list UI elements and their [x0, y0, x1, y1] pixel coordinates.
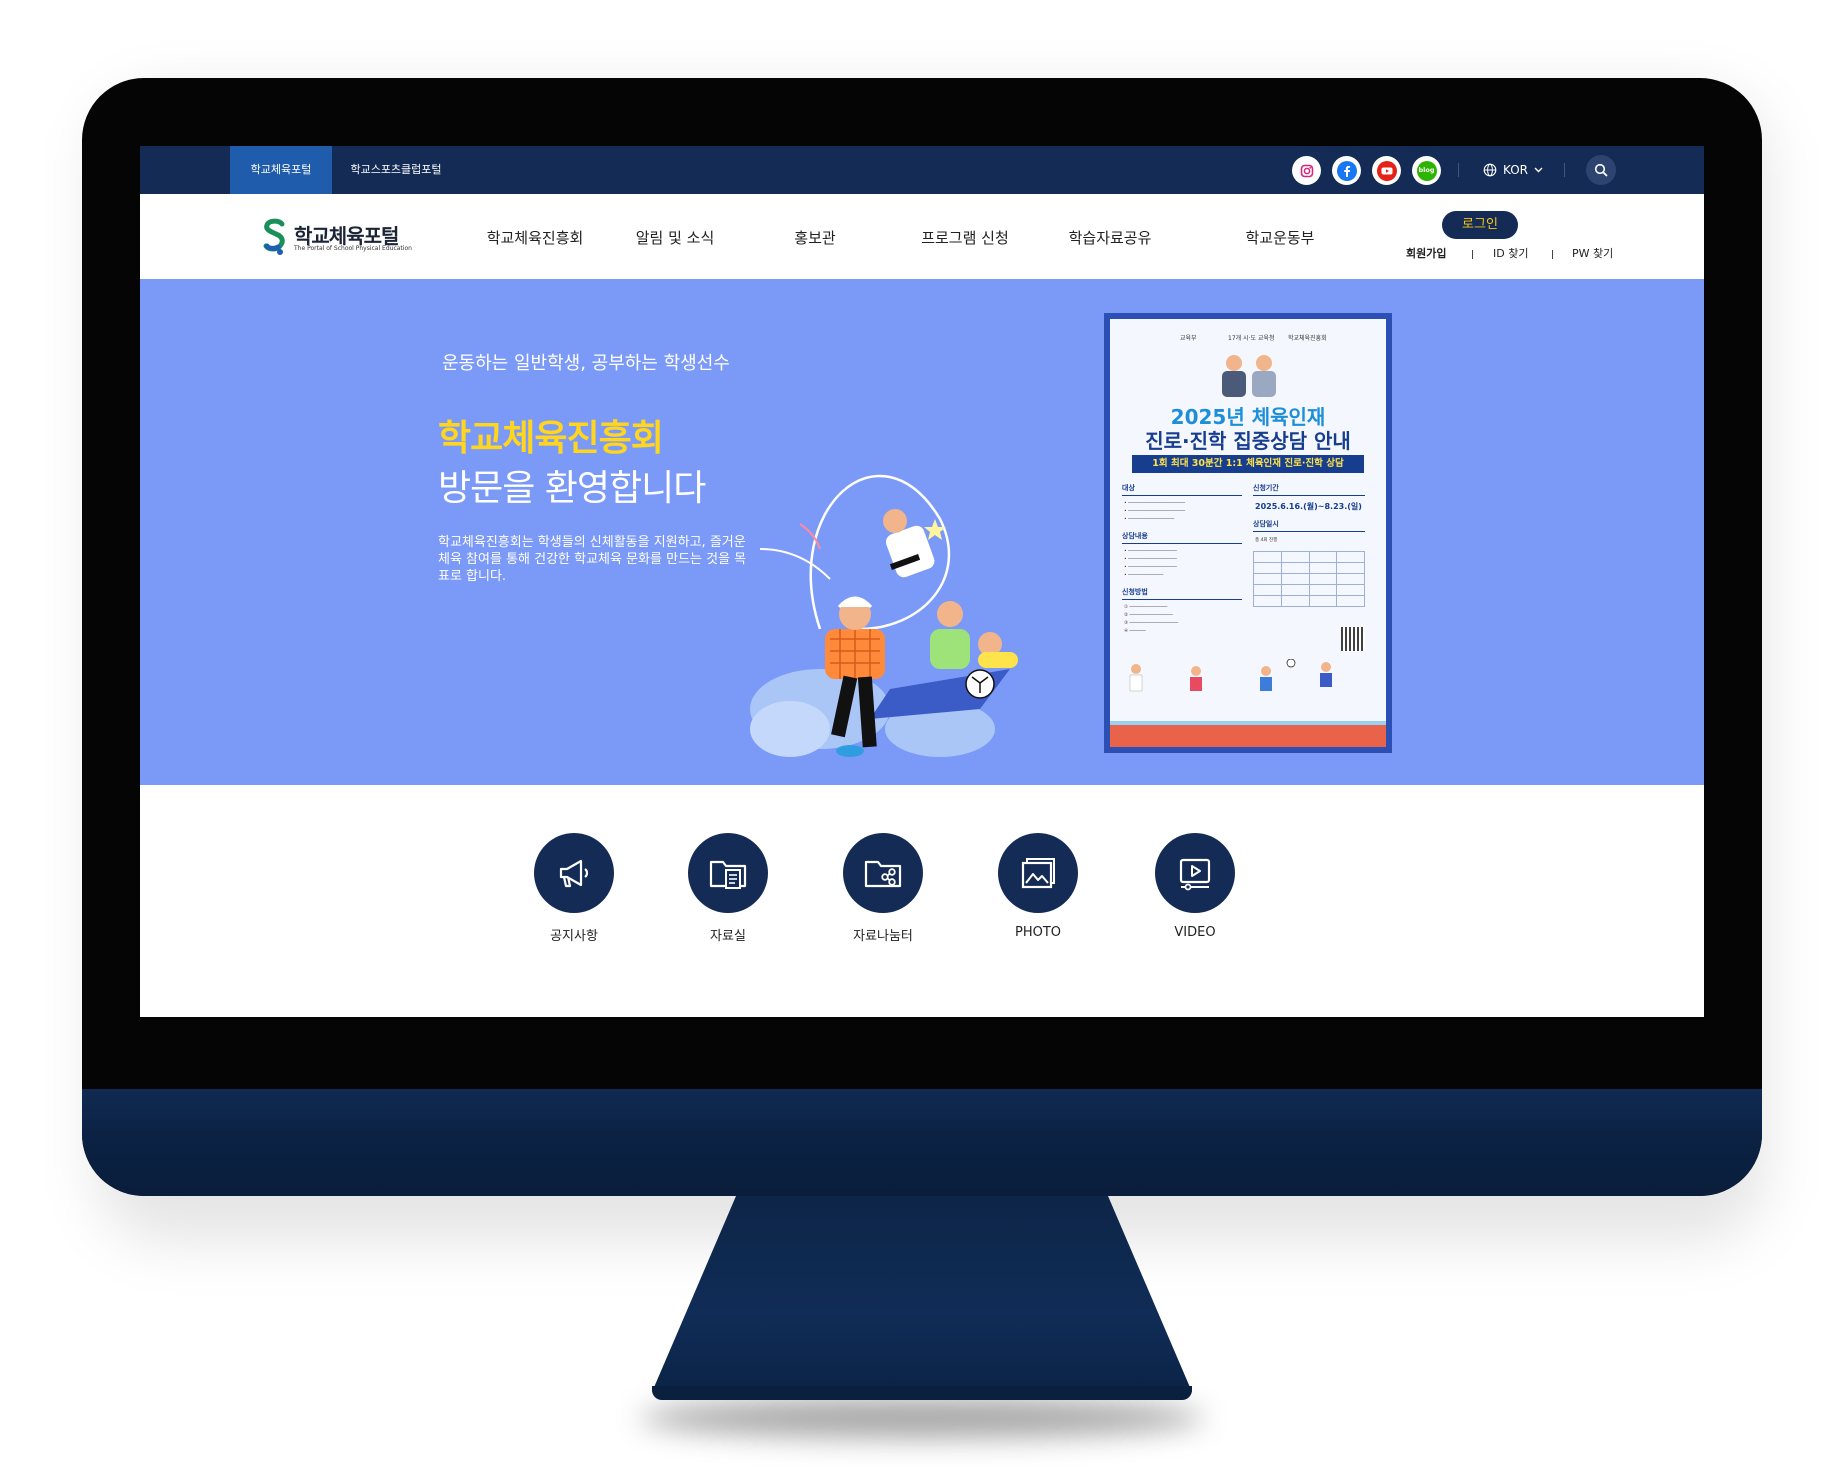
poster-line: • ───────────── — [1124, 573, 1164, 578]
poster-section-target: 대상 — [1122, 483, 1242, 496]
quicklink-label: 자료실 — [710, 929, 746, 944]
tab-school-sports-club-portal[interactable]: 학교스포츠클럽포털 — [340, 146, 452, 194]
login-button[interactable]: 로그인 — [1442, 211, 1518, 239]
blog-icon[interactable]: blog — [1412, 156, 1441, 185]
quicklink-label: PHOTO — [1014, 925, 1062, 940]
poster-line: • ───────────────────── — [1124, 501, 1185, 506]
nav-learning-materials[interactable]: 학습자료공유 — [1055, 194, 1165, 279]
hero-title-highlight: 학교체육진흥회 — [438, 418, 664, 459]
poster-line: ④ ────── — [1124, 629, 1146, 634]
nav-school-sports-team[interactable]: 학교운동부 — [1230, 194, 1330, 279]
monitor-chin — [82, 1089, 1762, 1196]
folder-document-icon — [709, 860, 747, 889]
quicklink-video[interactable]: VIDEO — [1145, 833, 1245, 940]
event-poster[interactable]: 교육부 17개 시·도 교육청 학교체육진흥회 2025년 체육인재 진로·진학… — [1104, 313, 1392, 753]
globe-icon — [1483, 163, 1497, 177]
poster-track — [1110, 725, 1386, 747]
poster-schedule-note: 총 4회 진행 — [1255, 538, 1278, 543]
poster-banner: 1회 최대 30분간 1:1 체육인재 진로·진학 상담 — [1132, 455, 1364, 473]
poster-line: • ───────────────── — [1124, 517, 1175, 522]
athletes-illustration — [1129, 659, 1332, 692]
poster-section-content: 상담내용 — [1122, 531, 1242, 544]
language-label: KOR — [1503, 163, 1528, 177]
counselors-illustration — [1222, 355, 1276, 397]
find-id-link[interactable]: ID 찾기 — [1493, 245, 1528, 261]
poster-schedule-table — [1253, 551, 1365, 607]
instagram-icon[interactable] — [1292, 156, 1321, 185]
blog-label: blog — [1418, 166, 1435, 174]
nav-program-application[interactable]: 프로그램 신청 — [910, 194, 1020, 279]
stand-shadow — [640, 1398, 1204, 1438]
monitor-stand — [652, 1196, 1192, 1392]
quick-links: 공지사항 자료실 자료나눔터 PHOTO VIDEO — [140, 785, 1704, 1017]
hero-title: 방문을 환영합니다 — [438, 468, 706, 509]
qr-code — [1341, 627, 1365, 651]
divider — [1564, 163, 1565, 177]
poster-line: ② ──────────────── — [1124, 613, 1173, 618]
folder-share-icon — [864, 860, 902, 888]
quicklink-notice[interactable]: 공지사항 — [524, 833, 624, 944]
logo-subtitle: The Portal of School Physical Education — [294, 245, 412, 252]
hero-eyebrow: 운동하는 일반학생, 공부하는 학생선수 — [442, 353, 730, 374]
photo-gallery-icon — [1021, 858, 1055, 889]
quicklink-label: 공지사항 — [550, 929, 598, 944]
quicklink-circle — [1155, 833, 1235, 913]
quicklink-circle — [534, 833, 614, 913]
divider — [1472, 250, 1473, 259]
poster-line: • ────────────────── — [1124, 565, 1177, 570]
poster-org-association: 학교체육진흥회 — [1288, 335, 1327, 342]
quicklink-label: 자료나눔터 — [853, 929, 913, 944]
website-screen: 학교체육포털 학교스포츠클럽포털 blog KOR 학교체육포털 The Por… — [140, 146, 1704, 1017]
divider — [1552, 250, 1553, 259]
youtube-icon[interactable] — [1372, 156, 1401, 185]
poster-section-schedule: 상담일시 — [1253, 519, 1365, 532]
signup-link[interactable]: 회원가입 — [1406, 245, 1446, 261]
tab-school-pe-portal[interactable]: 학교체육포털 — [230, 146, 332, 194]
poster-headline: 진로·진학 집중상담 안내 — [1145, 429, 1351, 453]
poster-line: • ────────────────── — [1124, 549, 1177, 554]
poster-period-value: 2025.6.16.(월)~8.23.(일) — [1255, 502, 1362, 511]
hero-description: 학교체육진흥회는 학생들의 신체활동을 지원하고, 즐거운 체육 참여를 통해 … — [438, 535, 747, 584]
hero-banner: 운동하는 일반학생, 공부하는 학생선수 학교체육진흥회 방문을 환영합니다 학… — [140, 279, 1704, 785]
poster-org-moe: 교육부 — [1180, 335, 1197, 342]
quicklink-circle — [998, 833, 1078, 913]
main-header: 학교체육포털 The Portal of School Physical Edu… — [140, 194, 1704, 279]
quicklink-circle — [843, 833, 923, 913]
megaphone-icon — [559, 859, 589, 888]
poster-line: ① ────────────── — [1124, 605, 1168, 610]
poster-org-edu-offices: 17개 시·도 교육청 — [1228, 335, 1275, 342]
divider — [1458, 163, 1459, 177]
search-button[interactable] — [1586, 155, 1616, 185]
quicklink-circle — [688, 833, 768, 913]
search-icon — [1594, 163, 1608, 177]
nav-promotion[interactable]: 홍보관 — [770, 194, 860, 279]
monitor-stand-base — [652, 1386, 1192, 1400]
video-play-icon — [1179, 858, 1211, 891]
poster-line: • ───────────────────── — [1124, 509, 1185, 514]
quicklink-photo[interactable]: PHOTO — [988, 833, 1088, 940]
poster-section-method: 신청방법 — [1122, 587, 1242, 600]
find-pw-link[interactable]: PW 찾기 — [1572, 245, 1613, 261]
nav-news[interactable]: 알림 및 소식 — [620, 194, 730, 279]
quicklink-share[interactable]: 자료나눔터 — [833, 833, 933, 944]
sports-illustration — [750, 474, 1018, 757]
site-logo[interactable]: 학교체육포털 The Portal of School Physical Edu… — [260, 218, 420, 258]
facebook-icon[interactable] — [1332, 156, 1361, 185]
quicklink-archive[interactable]: 자료실 — [678, 833, 778, 944]
chevron-down-icon — [1534, 167, 1543, 173]
poster-content: 교육부 17개 시·도 교육청 학교체육진흥회 2025년 체육인재 진로·진학… — [1110, 319, 1386, 747]
utility-bar: 학교체육포털 학교스포츠클럽포털 blog KOR — [140, 146, 1704, 194]
poster-line: ③ ────────────────── — [1124, 621, 1179, 626]
nav-pe-association[interactable]: 학교체육진흥회 — [475, 194, 595, 279]
poster-line: • ────────────────── — [1124, 557, 1177, 562]
quicklink-label: VIDEO — [1174, 925, 1216, 940]
logo-mark-icon — [263, 218, 285, 255]
poster-section-period: 신청기간 — [1253, 483, 1365, 496]
language-selector[interactable]: KOR — [1483, 146, 1543, 194]
